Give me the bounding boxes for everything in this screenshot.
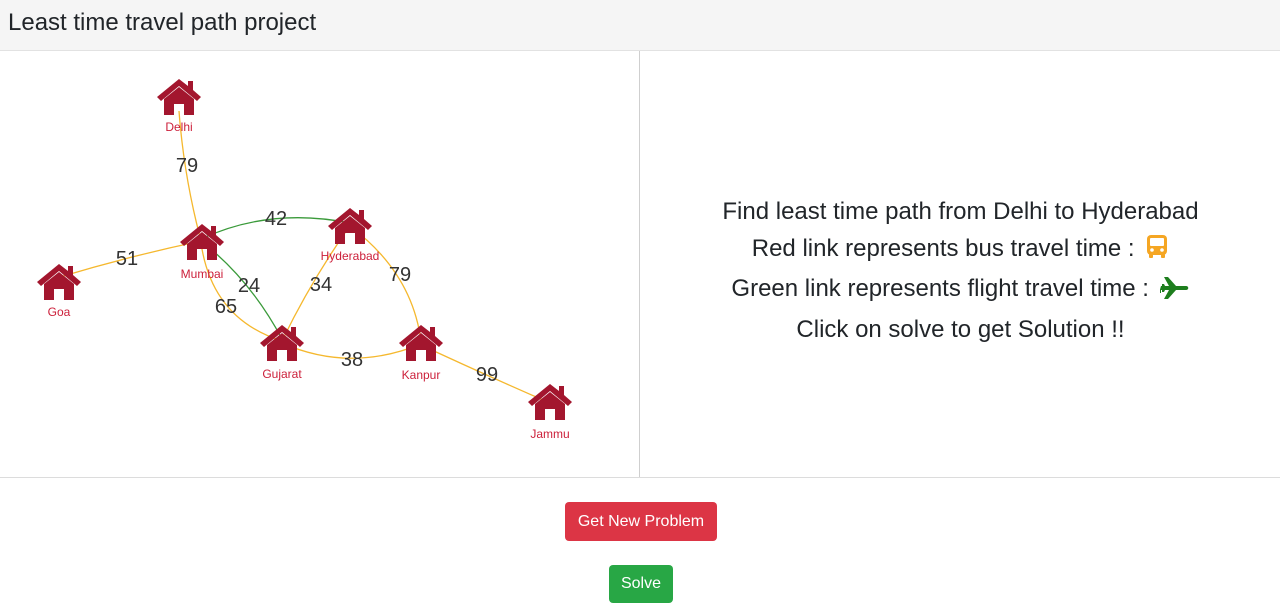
edge-weight-goa-mumbai: 51: [116, 248, 138, 270]
node-label: Jammu: [530, 427, 569, 441]
node-label: Gujarat: [262, 367, 302, 381]
node-jammu[interactable]: Jammu: [528, 384, 572, 441]
node-label: Delhi: [165, 120, 192, 134]
flight-legend-text: Green link represents flight travel time…: [731, 275, 1149, 303]
home-icon: [37, 264, 81, 300]
node-delhi[interactable]: Delhi: [157, 79, 201, 134]
edge-weight-mumbai-gujarat-flight: 24: [238, 275, 260, 297]
instructions-panel: Find least time path from Delhi to Hyder…: [641, 51, 1280, 477]
instructions: Find least time path from Delhi to Hyder…: [641, 194, 1280, 349]
node-label: Goa: [48, 305, 71, 319]
edge-weight-mumbai-hyderabad: 42: [265, 208, 287, 230]
solve-hint-text: Click on solve to get Solution !!: [796, 316, 1125, 344]
bus-legend: Red link represents bus travel time :: [641, 231, 1280, 272]
problem-statement-text: Find least time path from Delhi to Hyder…: [722, 198, 1199, 225]
solve-hint: Click on solve to get Solution !!: [641, 312, 1280, 349]
edge-weight-delhi-mumbai: 79: [176, 155, 198, 177]
edge-weight-hyderabad-gujarat: 34: [310, 274, 332, 296]
get-new-problem-button[interactable]: Get New Problem: [565, 502, 717, 541]
bus-icon: [1145, 234, 1169, 272]
graph-panel: 79 51 42 24 65 34 79 38 99 Delhi Mumbai …: [0, 51, 640, 477]
problem-statement: Find least time path from Delhi to Hyder…: [641, 194, 1280, 231]
home-icon: [157, 79, 201, 115]
edge-weight-kanpur-jammu: 99: [476, 364, 498, 386]
bus-legend-text: Red link represents bus travel time :: [751, 234, 1135, 262]
node-label: Kanpur: [402, 368, 441, 382]
node-label: Hyderabad: [321, 249, 380, 263]
node-gujarat[interactable]: Gujarat: [260, 325, 304, 381]
edge-weight-mumbai-gujarat-bus: 65: [215, 296, 237, 318]
home-icon: [399, 325, 443, 361]
node-kanpur[interactable]: Kanpur: [399, 325, 443, 382]
route-graph: 79 51 42 24 65 34 79 38 99 Delhi Mumbai …: [37, 79, 572, 441]
node-label: Mumbai: [181, 267, 224, 281]
page-title: Least time travel path project: [8, 9, 317, 36]
node-hyderabad[interactable]: Hyderabad: [321, 208, 380, 263]
app-header: Least time travel path project: [0, 0, 1280, 51]
home-icon: [528, 384, 572, 420]
home-icon: [260, 325, 304, 361]
flight-legend: Green link represents flight travel time…: [641, 271, 1280, 312]
solve-button[interactable]: Solve: [609, 565, 673, 603]
edge-weight-hyderabad-kanpur: 79: [389, 264, 411, 286]
airplane-icon: [1158, 275, 1190, 312]
edge-weight-gujarat-kanpur: 38: [341, 349, 363, 371]
section-divider: [0, 477, 1280, 478]
